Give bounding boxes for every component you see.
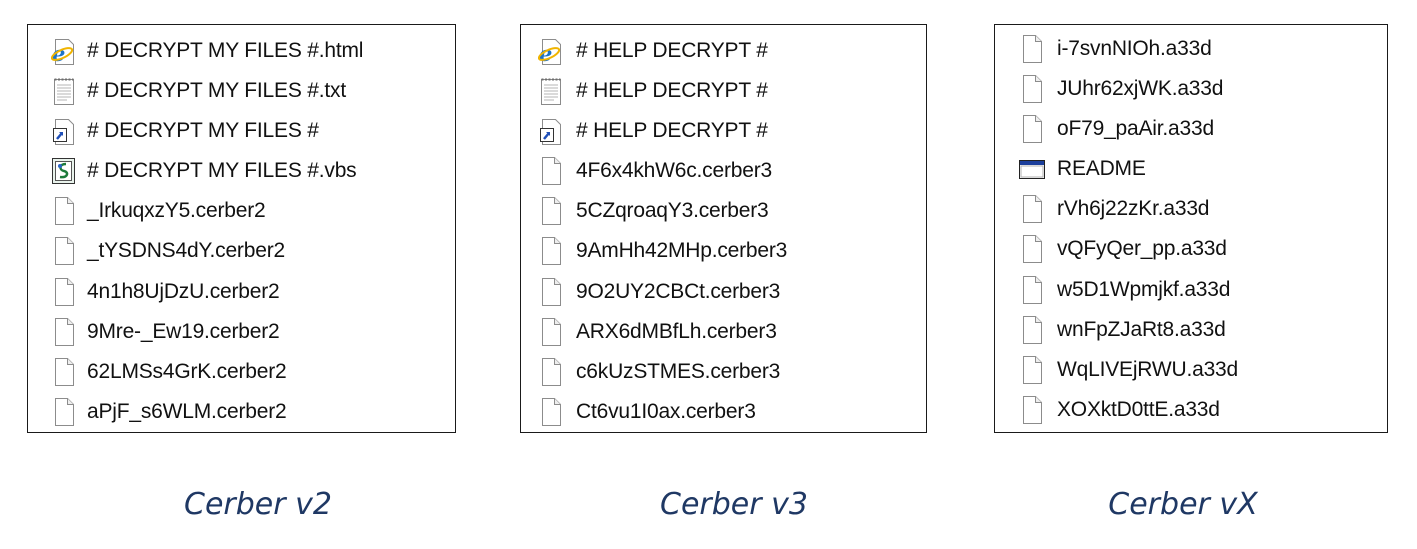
file-list-item[interactable]: # HELP DECRYPT # <box>521 111 926 151</box>
file-list-panel-cerber-v3: e # HELP DECRYPT # # HELP DECRYPT # # HELP … <box>520 24 927 433</box>
blank-file-icon <box>51 236 77 266</box>
blank-file-icon <box>1019 234 1045 264</box>
file-list-item[interactable]: 9O2UY2CBCt.cerber3 <box>521 272 926 312</box>
file-list-item[interactable]: Ct6vu1I0ax.cerber3 <box>521 392 926 432</box>
blank-file-icon <box>1019 395 1045 425</box>
blank-file-icon <box>538 196 564 226</box>
file-list-panel-cerber-vx: i-7svnNIOh.a33d JUhr62xjWK.a33d oF79_paAir… <box>994 24 1388 433</box>
blank-file-icon <box>1019 74 1045 104</box>
file-list-item[interactable]: ARX6dMBfLh.cerber3 <box>521 312 926 352</box>
file-list-item[interactable]: XOXktD0ttE.a33d <box>995 390 1387 430</box>
file-list-item[interactable]: 9Mre-_Ew19.cerber2 <box>28 312 455 352</box>
file-list-item[interactable]: # HELP DECRYPT # <box>521 71 926 111</box>
file-name: JUhr62xjWK.a33d <box>1057 77 1224 101</box>
file-list-item[interactable]: 4F6x4khW6c.cerber3 <box>521 151 926 191</box>
text-file-icon <box>538 76 564 106</box>
file-list-item[interactable]: 9AmHh42MHp.cerber3 <box>521 231 926 271</box>
file-list-item[interactable]: 4n1h8UjDzU.cerber2 <box>28 272 455 312</box>
blank-file-icon <box>51 397 77 427</box>
file-name: 4F6x4khW6c.cerber3 <box>576 159 772 183</box>
panel-caption: Cerber vX <box>1108 487 1258 522</box>
file-list-item[interactable]: i-7svnNIOh.a33d <box>995 29 1387 69</box>
file-list-item[interactable]: oF79_paAir.a33d <box>995 109 1387 149</box>
file-list-item[interactable]: e # HELP DECRYPT # <box>521 31 926 71</box>
blank-file-icon <box>538 277 564 307</box>
file-name: _IrkuqxzY5.cerber2 <box>87 199 266 223</box>
file-list-item[interactable]: WqLIVEjRWU.a33d <box>995 350 1387 390</box>
ie-html-icon: e <box>537 36 564 66</box>
file-name: README <box>1057 157 1146 181</box>
blank-file-icon <box>51 357 77 387</box>
file-name: ARX6dMBfLh.cerber3 <box>576 319 777 343</box>
file-name: 62LMSs4GrK.cerber2 <box>87 359 287 383</box>
file-name: w5D1Wpmjkf.a33d <box>1057 277 1231 301</box>
application-window-icon <box>1019 154 1045 184</box>
file-list: e # DECRYPT MY FILES #.html # DECRYPT MY F… <box>28 31 455 432</box>
file-name: wnFpZJaRt8.a33d <box>1057 317 1226 341</box>
file-name: 4n1h8UjDzU.cerber2 <box>87 279 280 303</box>
blank-file-icon <box>538 317 564 347</box>
file-list-item[interactable]: JUhr62xjWK.a33d <box>995 69 1387 109</box>
file-name: rVh6j22zKr.a33d <box>1057 197 1210 221</box>
file-list-item[interactable]: _IrkuqxzY5.cerber2 <box>28 191 455 231</box>
file-name: Ct6vu1I0ax.cerber3 <box>576 399 756 423</box>
file-list-item[interactable]: vQFyQer_pp.a33d <box>995 229 1387 269</box>
file-name: # DECRYPT MY FILES # <box>87 119 319 143</box>
file-list-item[interactable]: 5CZqroaqY3.cerber3 <box>521 191 926 231</box>
shortcut-icon <box>51 116 77 146</box>
blank-file-icon <box>538 357 564 387</box>
file-name: WqLIVEjRWU.a33d <box>1057 357 1239 381</box>
file-name: XOXktD0ttE.a33d <box>1057 397 1220 421</box>
file-list-item[interactable]: 62LMSs4GrK.cerber2 <box>28 352 455 392</box>
blank-file-icon <box>1019 275 1045 305</box>
file-list-item[interactable]: c6kUzSTMES.cerber3 <box>521 352 926 392</box>
text-file-icon <box>51 76 77 106</box>
file-name: aPjF_s6WLM.cerber2 <box>87 399 287 423</box>
blank-file-icon <box>538 236 564 266</box>
blank-file-icon <box>1019 34 1045 64</box>
file-list-panel-cerber-v2: e # DECRYPT MY FILES #.html # DECRYPT MY F… <box>27 24 456 433</box>
file-list-item[interactable]: w5D1Wpmjkf.a33d <box>995 270 1387 310</box>
file-name: i-7svnNIOh.a33d <box>1057 37 1212 60</box>
panel-caption: Cerber v3 <box>660 487 808 522</box>
shortcut-icon <box>538 116 564 146</box>
file-list-item[interactable]: # DECRYPT MY FILES #.txt <box>28 71 455 111</box>
blank-file-icon <box>538 397 564 427</box>
file-name: 9AmHh42MHp.cerber3 <box>576 239 788 263</box>
file-name: _tYSDNS4dY.cerber2 <box>87 239 285 263</box>
blank-file-icon <box>1019 315 1045 345</box>
file-list-item[interactable]: rVh6j22zKr.a33d <box>995 189 1387 229</box>
file-list-item[interactable]: aPjF_s6WLM.cerber2 <box>28 392 455 432</box>
file-list-item[interactable]: README <box>995 149 1387 189</box>
blank-file-icon <box>1019 194 1045 224</box>
file-name: # HELP DECRYPT # <box>576 39 768 62</box>
file-name: 5CZqroaqY3.cerber3 <box>576 199 769 223</box>
file-name: # HELP DECRYPT # <box>576 79 768 103</box>
panel-caption: Cerber v2 <box>184 487 332 522</box>
file-list-item[interactable]: _tYSDNS4dY.cerber2 <box>28 231 455 271</box>
file-list-item[interactable]: # DECRYPT MY FILES #.vbs <box>28 151 455 191</box>
file-list-item[interactable]: e # DECRYPT MY FILES #.html <box>28 31 455 71</box>
blank-file-icon <box>1019 114 1045 144</box>
blank-file-icon <box>51 196 77 226</box>
file-name: # DECRYPT MY FILES #.txt <box>87 79 346 103</box>
blank-file-icon <box>538 156 564 186</box>
blank-file-icon <box>1019 355 1045 385</box>
file-name: 9O2UY2CBCt.cerber3 <box>576 279 781 303</box>
file-list-item[interactable]: # DECRYPT MY FILES # <box>28 111 455 151</box>
file-list: i-7svnNIOh.a33d JUhr62xjWK.a33d oF79_paAir… <box>995 29 1387 430</box>
file-list-item[interactable]: wnFpZJaRt8.a33d <box>995 310 1387 350</box>
file-name: # HELP DECRYPT # <box>576 119 768 143</box>
file-name: oF79_paAir.a33d <box>1057 117 1214 141</box>
blank-file-icon <box>51 277 77 307</box>
ie-html-icon: e <box>50 36 77 66</box>
file-name: # DECRYPT MY FILES #.html <box>87 39 364 62</box>
vbs-script-icon <box>51 156 77 186</box>
blank-file-icon <box>51 317 77 347</box>
file-name: c6kUzSTMES.cerber3 <box>576 359 781 383</box>
file-list: e # HELP DECRYPT # # HELP DECRYPT # # HELP … <box>521 31 926 432</box>
file-name: vQFyQer_pp.a33d <box>1057 237 1227 261</box>
file-name: # DECRYPT MY FILES #.vbs <box>87 159 357 183</box>
file-name: 9Mre-_Ew19.cerber2 <box>87 319 280 343</box>
